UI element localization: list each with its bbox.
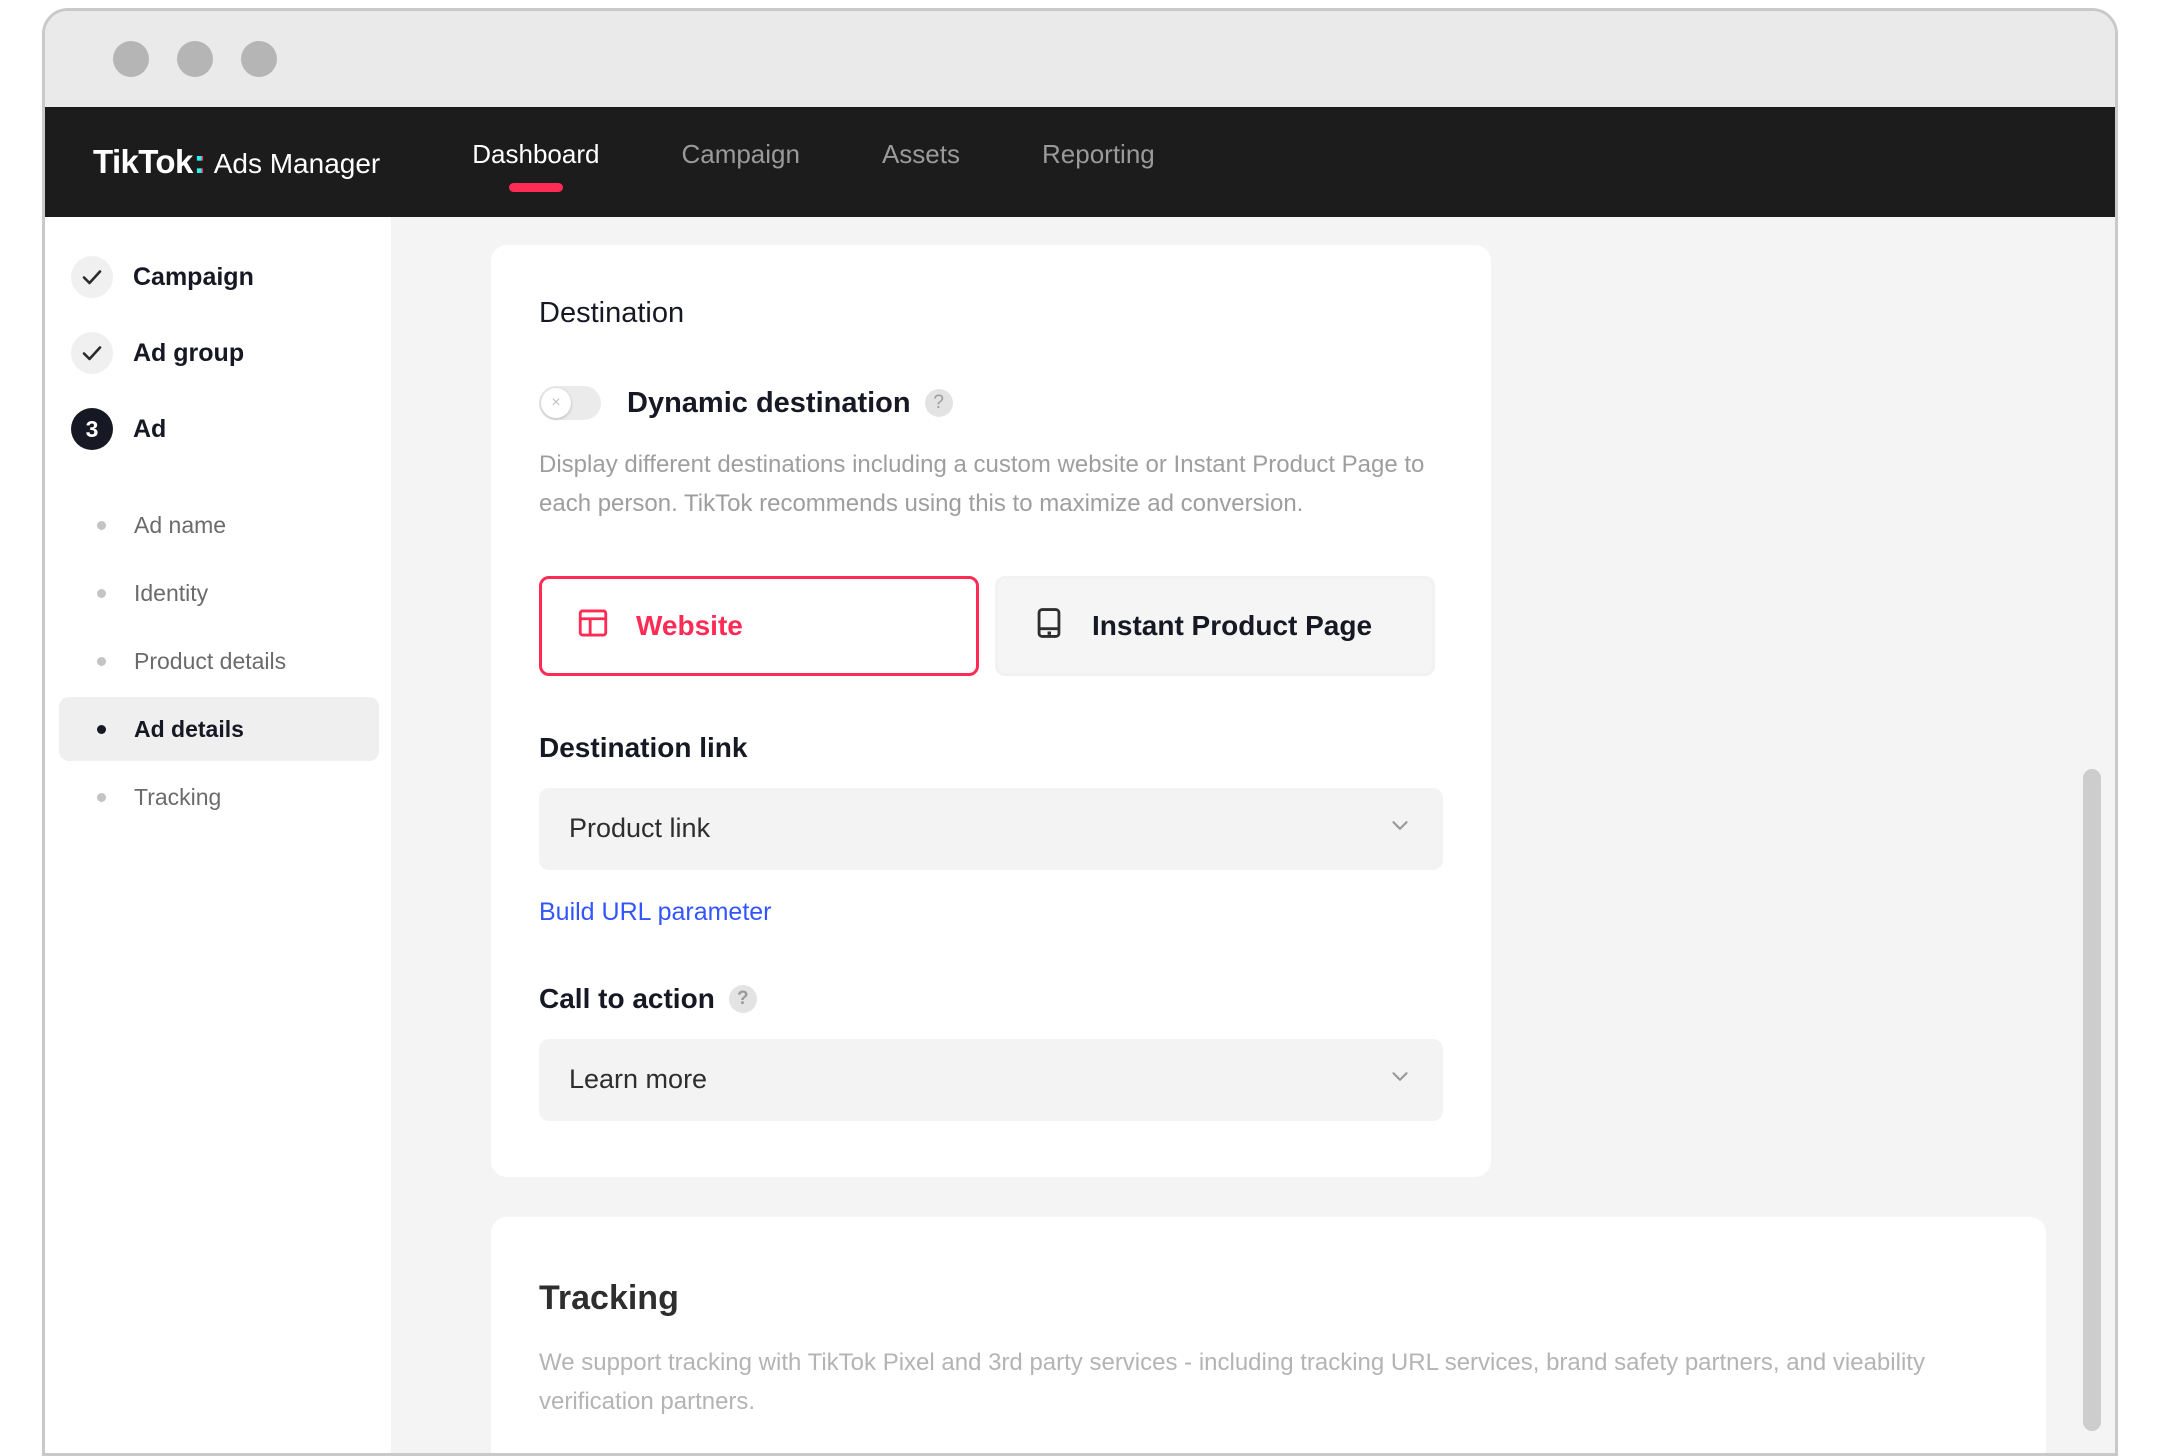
sidebar-step-label: Campaign [133, 262, 254, 291]
destination-card: Destination × Dynamic destination ? Disp… [491, 245, 1491, 1177]
minimize-icon[interactable] [177, 41, 213, 77]
sidebar: Campaign Ad group 3 Ad Ad name Identity … [45, 217, 391, 1453]
destination-option-website[interactable]: Website [539, 575, 979, 676]
scrollbar-track[interactable] [2083, 217, 2101, 1453]
step-number: 3 [85, 415, 99, 442]
tab-assets[interactable]: Assets [880, 133, 962, 192]
bullet-icon [97, 724, 106, 734]
destination-option-instant-product-page[interactable]: Instant Product Page [995, 575, 1435, 676]
scrollbar-thumb[interactable] [2083, 769, 2101, 1431]
tracking-description: We support tracking with TikTok Pixel an… [539, 1348, 1925, 1415]
sidebar-item-ad-details[interactable]: Ad details [59, 697, 379, 761]
help-icon[interactable]: ? [924, 389, 953, 417]
sidebar-item-label: Ad name [134, 511, 227, 538]
sidebar-item-product-details[interactable]: Product details [59, 629, 379, 693]
tab-reporting[interactable]: Reporting [1040, 133, 1157, 192]
sidebar-item-ad-name[interactable]: Ad name [59, 493, 379, 557]
call-to-action-value: Learn more [569, 1064, 708, 1095]
destination-option-label: Instant Product Page [1092, 609, 1373, 641]
destination-link-select[interactable]: Product link [539, 787, 1443, 870]
brand-product-text: Ads Manager [213, 148, 381, 179]
browser-titlebar [45, 11, 2115, 107]
bullet-icon [97, 792, 106, 802]
destination-option-label: Website [636, 609, 743, 641]
step-number-badge: 3 [71, 408, 113, 450]
sidebar-step-campaign[interactable]: Campaign [45, 239, 391, 315]
maximize-icon[interactable] [241, 41, 277, 77]
main-content: Destination × Dynamic destination ? Disp… [391, 217, 2115, 1453]
tracking-card: Tracking We support tracking with TikTok… [491, 1216, 2046, 1453]
check-icon [71, 332, 113, 374]
bullet-icon [97, 656, 106, 666]
bullet-icon [97, 588, 106, 598]
sidebar-item-identity[interactable]: Identity [59, 561, 379, 625]
sidebar-item-label: Ad details [134, 715, 244, 742]
tab-campaign[interactable]: Campaign [679, 133, 802, 192]
call-to-action-text: Call to action [539, 982, 715, 1014]
dynamic-destination-toggle[interactable]: × [539, 386, 601, 420]
top-navigation-bar: TikTok: Ads Manager Dashboard Campaign A… [45, 107, 2115, 217]
sidebar-step-label: Ad [133, 414, 167, 443]
dynamic-destination-label: Dynamic destination [627, 386, 911, 419]
sidebar-step-ad-group[interactable]: Ad group [45, 315, 391, 391]
help-icon[interactable]: ? [728, 984, 757, 1013]
sidebar-step-ad[interactable]: 3 Ad [45, 391, 391, 467]
call-to-action-select[interactable]: Learn more [539, 1038, 1443, 1121]
nav-tab-list: Dashboard Campaign Assets Reporting [470, 133, 1156, 192]
build-url-parameter-link[interactable]: Build URL parameter [539, 898, 772, 927]
tracking-title: Tracking [539, 1278, 679, 1317]
sidebar-item-label: Product details [134, 647, 287, 674]
device-icon [1032, 606, 1066, 645]
app-body: Campaign Ad group 3 Ad Ad name Identity … [45, 217, 2115, 1453]
toggle-knob-icon: × [541, 388, 571, 418]
destination-type-options: Website Instant Product Page [539, 575, 1443, 676]
chevron-down-icon [1387, 812, 1413, 845]
close-icon[interactable] [113, 41, 149, 77]
brand-logo[interactable]: TikTok: Ads Manager [93, 143, 380, 181]
bullet-icon [97, 520, 106, 530]
tab-dashboard[interactable]: Dashboard [470, 133, 601, 192]
destination-link-value: Product link [569, 813, 711, 844]
sidebar-item-label: Tracking [134, 783, 222, 810]
call-to-action-label: Call to action? [539, 983, 1443, 1015]
brand-colon-mark: : [193, 143, 205, 180]
check-icon [71, 256, 113, 298]
destination-link-label: Destination link [539, 731, 748, 763]
sidebar-step-label: Ad group [133, 338, 245, 367]
layout-icon [576, 606, 610, 645]
chevron-down-icon [1387, 1063, 1413, 1096]
browser-window: TikTok: Ads Manager Dashboard Campaign A… [42, 8, 2118, 1456]
sidebar-item-label: Identity [134, 579, 209, 606]
destination-description: Display different destinations including… [539, 451, 1425, 517]
destination-title: Destination [539, 297, 685, 329]
brand-tiktok-text: TikTok [93, 143, 193, 180]
sidebar-item-tracking[interactable]: Tracking [59, 765, 379, 829]
dynamic-destination-row: × Dynamic destination ? [539, 386, 1443, 420]
